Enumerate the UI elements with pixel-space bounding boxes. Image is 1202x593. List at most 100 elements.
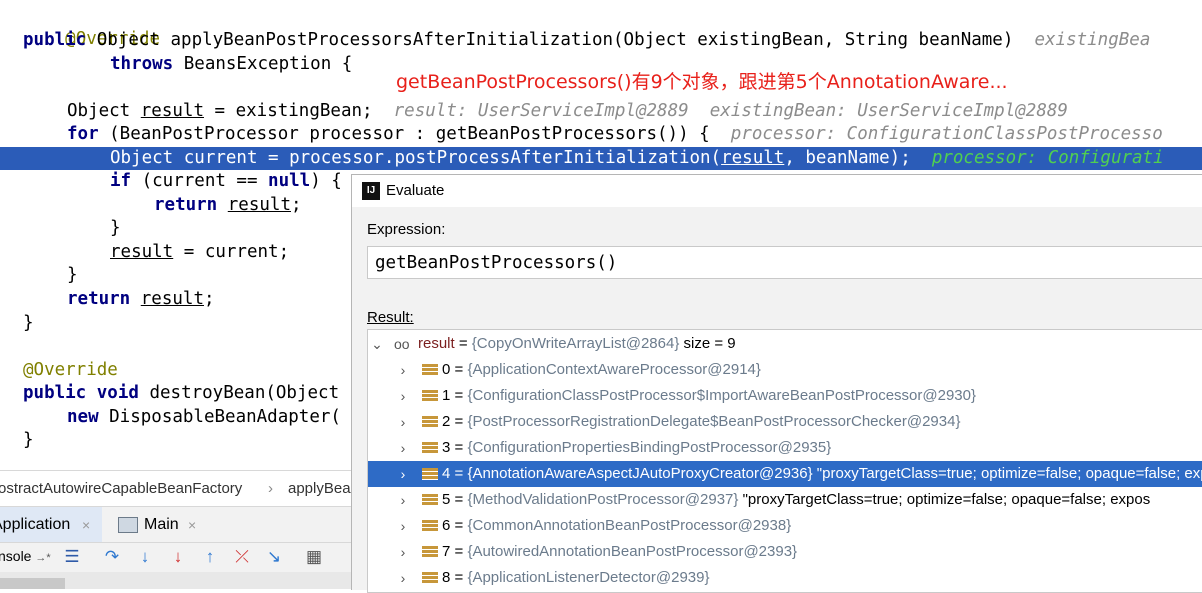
result-tree[interactable]: ⌄ oo result = {CopyOnWriteArrayList@2864… — [367, 329, 1202, 593]
item-value: {PostProcessorRegistrationDelegate$BeanP… — [467, 413, 961, 430]
menu-icon[interactable]: ☰ — [62, 547, 82, 567]
method-signature: Object applyBeanPostProcessorsAfterIniti… — [86, 30, 1014, 50]
console-label: nsole — [0, 548, 32, 564]
code-text: } — [23, 430, 34, 450]
list-item[interactable]: › 3 = {ConfigurationPropertiesBindingPost… — [368, 435, 1202, 461]
code-text: destroyBean(Object — [138, 383, 340, 403]
result-label: Result: — [367, 309, 414, 326]
item-text: 5 = {MethodValidationPostProcessor@2937}… — [442, 491, 1151, 508]
code-line: } — [67, 264, 78, 287]
variable-result: result — [227, 195, 291, 215]
list-item[interactable]: › 0 = {ApplicationContextAwareProcessor@2… — [368, 357, 1202, 383]
keyword: return — [154, 195, 218, 215]
item-index: 4 — [442, 465, 451, 482]
scrollbar-thumb[interactable] — [0, 578, 65, 589]
window-icon — [118, 517, 138, 533]
code-line: } — [110, 217, 121, 240]
item-text: 6 = {CommonAnnotationBeanPostProcessor@2… — [442, 517, 792, 534]
chevron-right-icon[interactable]: › — [396, 435, 410, 461]
root-value: {CopyOnWriteArrayList@2864} — [471, 335, 680, 352]
tab-main[interactable]: Main × — [112, 507, 212, 543]
annotation-note: getBeanPostProcessors()有9个对象，跟进第5个Annota… — [396, 71, 1008, 93]
breadcrumb-method[interactable]: applyBea — [288, 471, 351, 507]
code-text: , beanName); — [784, 148, 911, 168]
list-item[interactable]: › 6 = {CommonAnnotationBeanPostProcessor@… — [368, 513, 1202, 539]
item-value: {ApplicationListenerDetector@2939} — [467, 569, 710, 586]
chevron-right-icon[interactable]: › — [396, 409, 410, 435]
expression-input[interactable]: getBeanPostProcessors() — [367, 246, 1202, 279]
list-item[interactable]: › 5 = {MethodValidationPostProcessor@2937… — [368, 487, 1202, 513]
close-icon[interactable]: × — [82, 507, 90, 543]
console-tab[interactable]: nsole →* — [0, 548, 51, 564]
list-item[interactable]: › 2 = {PostProcessorRegistrationDelegate$… — [368, 409, 1202, 435]
force-step-into-icon[interactable]: ↓ — [168, 547, 188, 567]
step-out-icon[interactable]: ↑ — [200, 547, 220, 567]
code-text: Object — [67, 101, 141, 121]
code-text: DisposableBeanAdapter( — [98, 407, 341, 427]
chevron-right-icon[interactable]: › — [396, 357, 410, 383]
chevron-right-icon[interactable]: › — [396, 565, 410, 591]
chevron-right-icon[interactable]: › — [396, 513, 410, 539]
step-into-icon[interactable]: ↓ — [135, 547, 155, 567]
step-over-icon[interactable]: ↷ — [102, 547, 122, 567]
breadcrumb-class[interactable]: ostractAutowireCapableBeanFactory — [0, 471, 242, 507]
code-line: @Override — [23, 5, 160, 49]
inline-debug-hint: processor: ConfigurationClassPostProcess… — [730, 124, 1163, 144]
code-line: @Override — [23, 359, 118, 382]
list-item[interactable]: › 8 = {ApplicationListenerDetector@2939} — [368, 565, 1202, 591]
chevron-down-icon[interactable]: ⌄ — [370, 331, 384, 357]
chevron-right-icon[interactable]: › — [396, 539, 410, 565]
chevron-right-icon[interactable]: › — [396, 383, 410, 409]
tab-label: Application — [0, 516, 71, 533]
dialog-title-bar[interactable]: IJ Evaluate — [352, 175, 1202, 207]
item-index: 3 — [442, 439, 451, 456]
chevron-right-icon[interactable]: › — [396, 487, 410, 513]
item-text: 8 = {ApplicationListenerDetector@2939} — [442, 569, 710, 586]
keyword: public — [23, 30, 87, 50]
list-item[interactable]: › 1 = {ConfigurationClassPostProcessor$Im… — [368, 383, 1202, 409]
item-text: 3 = {ConfigurationPropertiesBindingPostP… — [442, 439, 832, 456]
field-icon — [422, 442, 438, 454]
field-icon — [422, 468, 438, 480]
tab-application[interactable]: Application × — [0, 507, 102, 543]
chevron-right-icon[interactable]: › — [396, 461, 410, 487]
evaluate-icon[interactable]: ▦ — [304, 547, 324, 567]
list-item[interactable]: › 7 = {AutowiredAnnotationBeanPostProcess… — [368, 539, 1202, 565]
field-icon — [422, 494, 438, 506]
keyword: return — [67, 289, 131, 309]
pin-icon: →* — [35, 552, 51, 564]
code-text: (current == — [131, 171, 269, 191]
field-icon — [422, 416, 438, 428]
list-item[interactable]: › 4 = {AnnotationAwareAspectJAutoProxyCre… — [368, 461, 1202, 487]
run-to-cursor-icon[interactable]: ↘ — [264, 547, 284, 567]
code-line: Object result = existingBean; result: Us… — [67, 100, 1068, 123]
variable-result: result — [140, 101, 204, 121]
item-value: {MethodValidationPostProcessor@2937} — [467, 491, 739, 508]
code-line: public void destroyBean(Object — [23, 382, 339, 405]
breadcrumb-separator: › — [268, 480, 273, 497]
item-text: 7 = {AutowiredAnnotationBeanPostProcesso… — [442, 543, 798, 560]
code-text: (BeanPostProcessor processor : getBeanPo… — [98, 124, 710, 144]
code-text: Object current = processor.postProcessAf… — [110, 148, 722, 168]
code-text: } — [110, 218, 121, 238]
item-index: 6 — [442, 517, 451, 534]
expression-label: Expression: — [367, 221, 446, 238]
item-extra: "proxyTargetClass=true; optimize=false; … — [742, 491, 1151, 508]
code-text: BeansException { — [173, 54, 353, 74]
item-value: {ConfigurationPropertiesBindingPostProce… — [467, 439, 832, 456]
code-text: ; — [290, 195, 302, 215]
breadcrumb: ostractAutowireCapableBeanFactory › appl… — [0, 470, 352, 507]
code-line: return result; — [67, 288, 215, 311]
keyword: public — [23, 383, 87, 403]
item-value: {CommonAnnotationBeanPostProcessor@2938} — [467, 517, 792, 534]
scrollbar[interactable] — [0, 572, 352, 589]
code-line: throws BeansException { — [110, 53, 352, 76]
code-line: } — [23, 429, 34, 452]
drop-frame-icon[interactable]: ⤫ — [232, 547, 252, 567]
tree-root-row[interactable]: ⌄ oo result = {CopyOnWriteArrayList@2864… — [368, 331, 1202, 357]
close-icon[interactable]: × — [188, 507, 196, 543]
root-name: result — [418, 335, 455, 352]
variable-result: result — [721, 148, 785, 168]
item-value: {ApplicationContextAwareProcessor@2914} — [467, 361, 761, 378]
inline-debug-hint: existingBea — [1034, 30, 1151, 50]
